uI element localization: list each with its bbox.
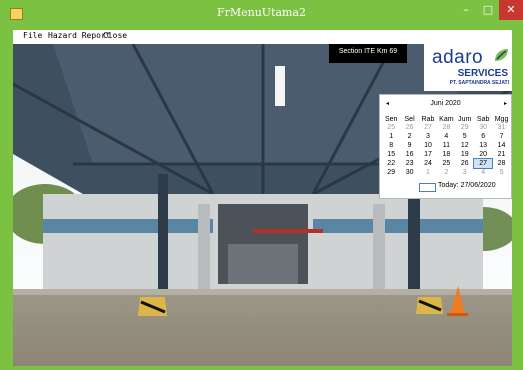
calendar-day[interactable]: 5 <box>456 132 474 141</box>
calendar-day[interactable]: 9 <box>400 141 418 150</box>
minimize-button[interactable]: – <box>455 0 477 20</box>
calendar-day[interactable]: 17 <box>419 150 437 159</box>
calendar-day[interactable]: 21 <box>492 150 510 159</box>
background-photo <box>13 44 512 366</box>
calendar-day[interactable]: 11 <box>437 141 455 150</box>
calendar-month-label[interactable]: Juni 2020 <box>380 100 511 107</box>
menu-bar: File Hazard Report Close <box>13 30 512 44</box>
calendar-day[interactable]: 7 <box>492 132 510 141</box>
calendar-day[interactable]: 27 <box>472 158 494 169</box>
calendar-day[interactable]: 12 <box>456 141 474 150</box>
calendar-week-row: 8 9 10 11 12 13 14 <box>382 141 511 150</box>
calendar-day[interactable]: 14 <box>492 141 510 150</box>
menu-close[interactable]: Close <box>103 31 127 40</box>
calendar-day[interactable]: 8 <box>382 141 400 150</box>
calendar-day[interactable]: 29 <box>382 168 400 177</box>
calendar-day[interactable]: 31 <box>492 123 510 132</box>
logo-services: SERVICES <box>457 68 508 79</box>
main-content: Section ITE Km 69 adaro SERVICES PT. SAP… <box>13 44 512 366</box>
app-window: FrMenuUtama2 – □ ✕ File Hazard Report Cl… <box>0 0 523 370</box>
calendar-day[interactable]: 20 <box>474 150 492 159</box>
calendar-day[interactable]: 25 <box>437 159 455 168</box>
month-calendar[interactable]: ◂ Juni 2020 ▸ Sen Sel Rab Kam Jum Sab Mgg 25 26… <box>379 94 512 199</box>
calendar-day[interactable]: 26 <box>400 123 418 132</box>
calendar-week-row: 15 16 17 18 19 20 21 <box>382 150 511 159</box>
logo-company: PT. SAPTAINDRA SEJATI <box>449 80 509 86</box>
leaf-logo-icon <box>495 49 508 61</box>
section-label: Section ITE Km 69 <box>329 44 407 63</box>
calendar-day[interactable]: 15 <box>382 150 400 159</box>
calendar-day[interactable]: 23 <box>400 159 418 168</box>
today-marker[interactable] <box>419 183 436 192</box>
calendar-week-row: 1234567 <box>382 132 511 141</box>
calendar-day[interactable]: 13 <box>474 141 492 150</box>
calendar-day[interactable]: 4 <box>474 168 492 177</box>
calendar-day[interactable]: 18 <box>437 150 455 159</box>
today-label[interactable]: Today: 27/06/2020 <box>438 182 496 189</box>
title-bar[interactable]: FrMenuUtama2 – □ ✕ <box>0 0 523 26</box>
calendar-day[interactable]: 2 <box>437 168 455 177</box>
calendar-day[interactable]: 29 <box>456 123 474 132</box>
calendar-day-grid: 25 26 27 28 29 30 31 1 2 3 4 5 6 7 8 9 10 11 12 13 14 15 16 17 1… <box>382 123 511 177</box>
close-button[interactable]: ✕ <box>499 0 523 20</box>
maximize-button[interactable]: □ <box>477 0 499 20</box>
calendar-day[interactable]: 6 <box>474 132 492 141</box>
calendar-day[interactable]: 19 <box>456 150 474 159</box>
calendar-week-row: 22 23 24 25 26 27 28 <box>382 158 511 169</box>
menu-hazard-report[interactable]: Hazard Report <box>48 31 111 40</box>
calendar-day[interactable]: 28 <box>437 123 455 132</box>
calendar-day[interactable]: 25 <box>382 123 400 132</box>
calendar-day[interactable]: 26 <box>456 159 474 168</box>
window-title: FrMenuUtama2 <box>216 6 307 19</box>
calendar-day[interactable]: 24 <box>419 159 437 168</box>
calendar-day[interactable]: 27 <box>419 123 437 132</box>
calendar-week-row: 25 26 27 28 29 30 31 <box>382 123 511 132</box>
calendar-day[interactable]: 10 <box>419 141 437 150</box>
calendar-day[interactable]: 28 <box>492 159 510 168</box>
calendar-day[interactable]: 5 <box>492 168 510 177</box>
company-logo: adaro SERVICES PT. SAPTAINDRA SEJATI <box>424 44 512 91</box>
calendar-day[interactable]: 30 <box>474 123 492 132</box>
calendar-day[interactable]: 3 <box>419 132 437 141</box>
calendar-day[interactable]: 30 <box>400 168 418 177</box>
logo-brand: adaro <box>432 47 484 68</box>
menu-file[interactable]: File <box>23 31 42 40</box>
calendar-day[interactable]: 22 <box>382 159 400 168</box>
calendar-day[interactable]: 2 <box>400 132 418 141</box>
calendar-day[interactable]: 3 <box>456 168 474 177</box>
calendar-day[interactable]: 1 <box>382 132 400 141</box>
calendar-day[interactable]: 1 <box>419 168 437 177</box>
calendar-day[interactable]: 16 <box>400 150 418 159</box>
calendar-day[interactable]: 4 <box>437 132 455 141</box>
calendar-week-row: 29 30 1 2 3 4 5 <box>382 168 511 177</box>
next-month-button[interactable]: ▸ <box>504 100 507 107</box>
